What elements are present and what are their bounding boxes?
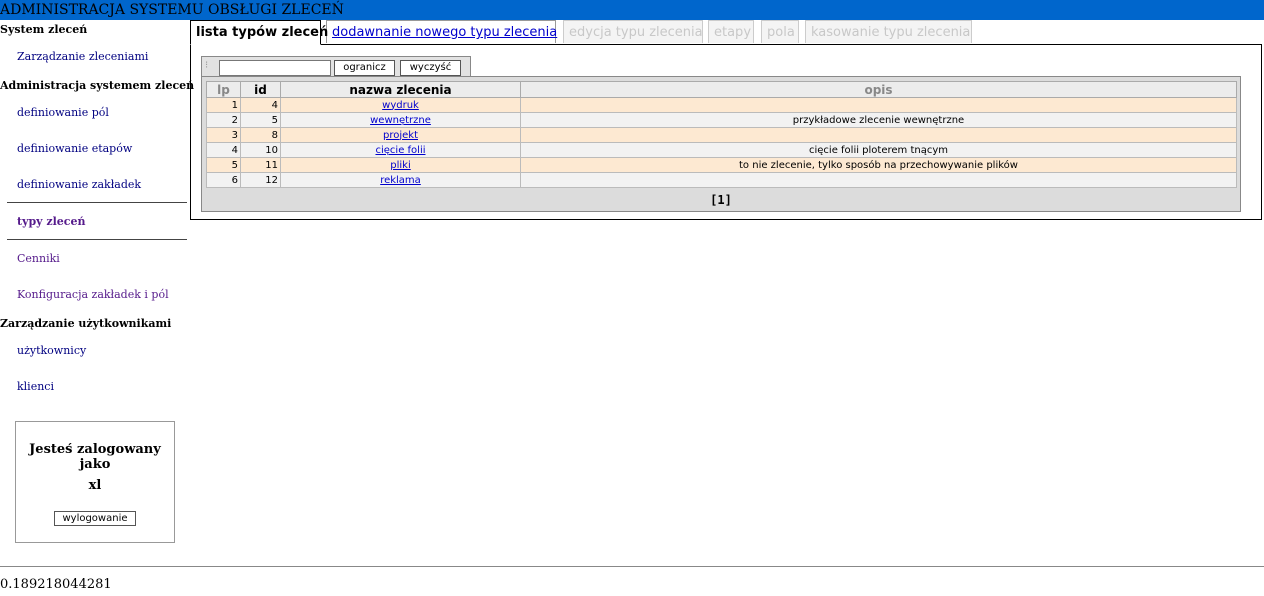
tab-lista-typow[interactable]: lista typów zleceń [190,20,328,45]
sidebar-item-zarzadzanie-zleceniami[interactable]: Zarządzanie zleceniami [17,50,148,63]
order-type-link[interactable]: cięcie folii [375,145,425,156]
sidebar-item-konfiguracja[interactable]: Konfiguracja zakładek i pól [17,288,169,301]
cell-id: 8 [240,127,281,143]
cell-nazwa: projekt [280,127,521,143]
cell-opis: przykładowe zlecenie wewnętrzne [520,112,1237,128]
cell-opis: cięcie folii ploterem tnącym [520,142,1237,158]
data-grid: lp id nazwa zlecenia opis 1 4 wydruk 2 5… [201,76,1241,212]
table-row: 6 12 reklama [206,172,1237,188]
cell-nazwa: wewnętrzne [280,112,521,128]
section-zarzadzanie-uzytkownikami: Zarządzanie użytkownikami [0,317,172,330]
order-type-link[interactable]: reklama [380,175,421,186]
sidebar-item-definiowanie-pol[interactable]: definiowanie pól [17,106,109,119]
footer-divider [0,566,1264,567]
list-panel: ⁝ ogranicz wyczyść lp id nazwa zlecenia … [201,56,1241,212]
table-row: 5 11 pliki to nie zlecenie, tylko sposób… [206,157,1237,173]
tab-dodawanie[interactable]: dodawnanie nowego typu zlecenia [326,20,557,43]
sidebar-item-typy-zlecen[interactable]: typy zleceń [7,202,187,240]
table-row: 2 5 wewnętrzne przykładowe zlecenie wewn… [206,112,1237,128]
grip-icon: ⁝ [205,60,209,71]
tab-kasowanie: kasowanie typu zlecenia [805,20,972,43]
cell-opis [520,97,1237,113]
order-types-table: lp id nazwa zlecenia opis 1 4 wydruk 2 5… [206,81,1237,188]
tab-etapy: etapy [708,20,754,43]
cell-nazwa: cięcie folii [280,142,521,158]
tab-pola: pola [761,20,799,43]
ogranicz-button[interactable]: ogranicz [334,60,395,76]
footer-generation-time: 0.189218044281 [0,577,112,592]
filter-input[interactable] [219,60,331,76]
cell-lp: 4 [206,142,241,158]
table-row: 3 8 projekt [206,127,1237,143]
login-title: Jesteś zalogowany jako [29,442,161,472]
cell-nazwa: reklama [280,172,521,188]
logout-button[interactable]: wylogowanie [54,511,136,526]
filter-bar: ⁝ ogranicz wyczyść [201,56,471,76]
order-type-link[interactable]: projekt [383,130,418,141]
cell-opis: to nie zlecenie, tylko sposób na przecho… [520,157,1237,173]
order-type-link[interactable]: pliki [390,160,410,171]
app-title: ADMINISTRACJA SYSTEMU OBSŁUGI ZLECEŃ [0,2,344,18]
header-nazwa[interactable]: nazwa zlecenia [280,81,521,98]
login-username: xl [88,478,102,493]
cell-lp: 5 [206,157,241,173]
sidebar-item-cenniki[interactable]: Cenniki [17,252,60,265]
cell-lp: 3 [206,127,241,143]
cell-nazwa: wydruk [280,97,521,113]
order-type-link[interactable]: wewnętrzne [370,115,431,126]
table-header-row: lp id nazwa zlecenia opis [206,81,1237,98]
sidebar-item-uzytkownicy[interactable]: użytkownicy [17,344,86,357]
cell-lp: 2 [206,112,241,128]
cell-lp: 6 [206,172,241,188]
table-row: 4 10 cięcie folii cięcie folii ploterem … [206,142,1237,158]
section-administracja: Administracja systemem zleceń [0,79,195,92]
cell-id: 5 [240,112,281,128]
sidebar-item-definiowanie-etapow[interactable]: definiowanie etapów [17,142,132,155]
cell-nazwa: pliki [280,157,521,173]
cell-id: 4 [240,97,281,113]
content-panel: ⁝ ogranicz wyczyść lp id nazwa zlecenia … [190,44,1262,220]
header-opis[interactable]: opis [520,81,1237,98]
section-system-zlecen: System zleceń [0,23,88,36]
table-row: 1 4 wydruk [206,97,1237,113]
cell-id: 11 [240,157,281,173]
cell-opis [520,172,1237,188]
app-title-bar: ADMINISTRACJA SYSTEMU OBSŁUGI ZLECEŃ [0,0,1264,20]
cell-opis [520,127,1237,143]
sidebar-item-klienci[interactable]: klienci [17,380,54,393]
cell-id: 12 [240,172,281,188]
login-box: Jesteś zalogowany jako xl wylogowanie [15,421,175,543]
header-id[interactable]: id [240,81,281,98]
sidebar-item-typy-zlecen-label: typy zleceń [17,215,86,228]
pagination[interactable]: [1] [202,193,1240,207]
cell-id: 10 [240,142,281,158]
tab-edycja: edycja typu zlecenia [563,20,703,43]
order-type-link[interactable]: wydruk [382,100,419,111]
header-lp[interactable]: lp [206,81,241,98]
cell-lp: 1 [206,97,241,113]
sidebar-item-definiowanie-zakladek[interactable]: definiowanie zakładek [17,178,141,191]
wyczysc-button[interactable]: wyczyść [400,60,461,76]
